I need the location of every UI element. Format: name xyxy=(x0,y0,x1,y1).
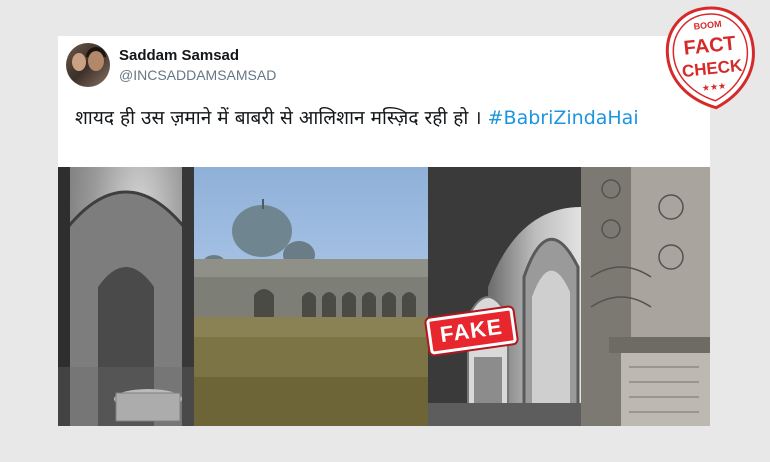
display-name[interactable]: Saddam Samsad xyxy=(119,47,239,64)
fact-check-badge: BOOM FACT CHECK ★★★ xyxy=(661,2,761,115)
photo-interior-1[interactable] xyxy=(58,167,194,426)
photo-carved-pillar[interactable] xyxy=(581,167,710,426)
photo-mosque-exterior[interactable] xyxy=(194,167,428,426)
hashtag-link[interactable]: #BabriZindaHai xyxy=(488,107,639,129)
avatar-face-right xyxy=(88,51,104,71)
tweet-text: शायद ही उस ज़माने में बाबरी से आलिशान मस… xyxy=(75,104,705,130)
avatar-face-left xyxy=(72,53,86,71)
tweet-body: शायद ही उस ज़माने में बाबरी से आलिशान मस… xyxy=(75,107,488,129)
user-handle[interactable]: @INCSADDAMSAMSAD xyxy=(119,67,276,83)
photo-arched-corridor[interactable] xyxy=(428,167,581,426)
tweet-media[interactable]: FAKE xyxy=(58,167,710,426)
avatar[interactable] xyxy=(66,43,110,87)
